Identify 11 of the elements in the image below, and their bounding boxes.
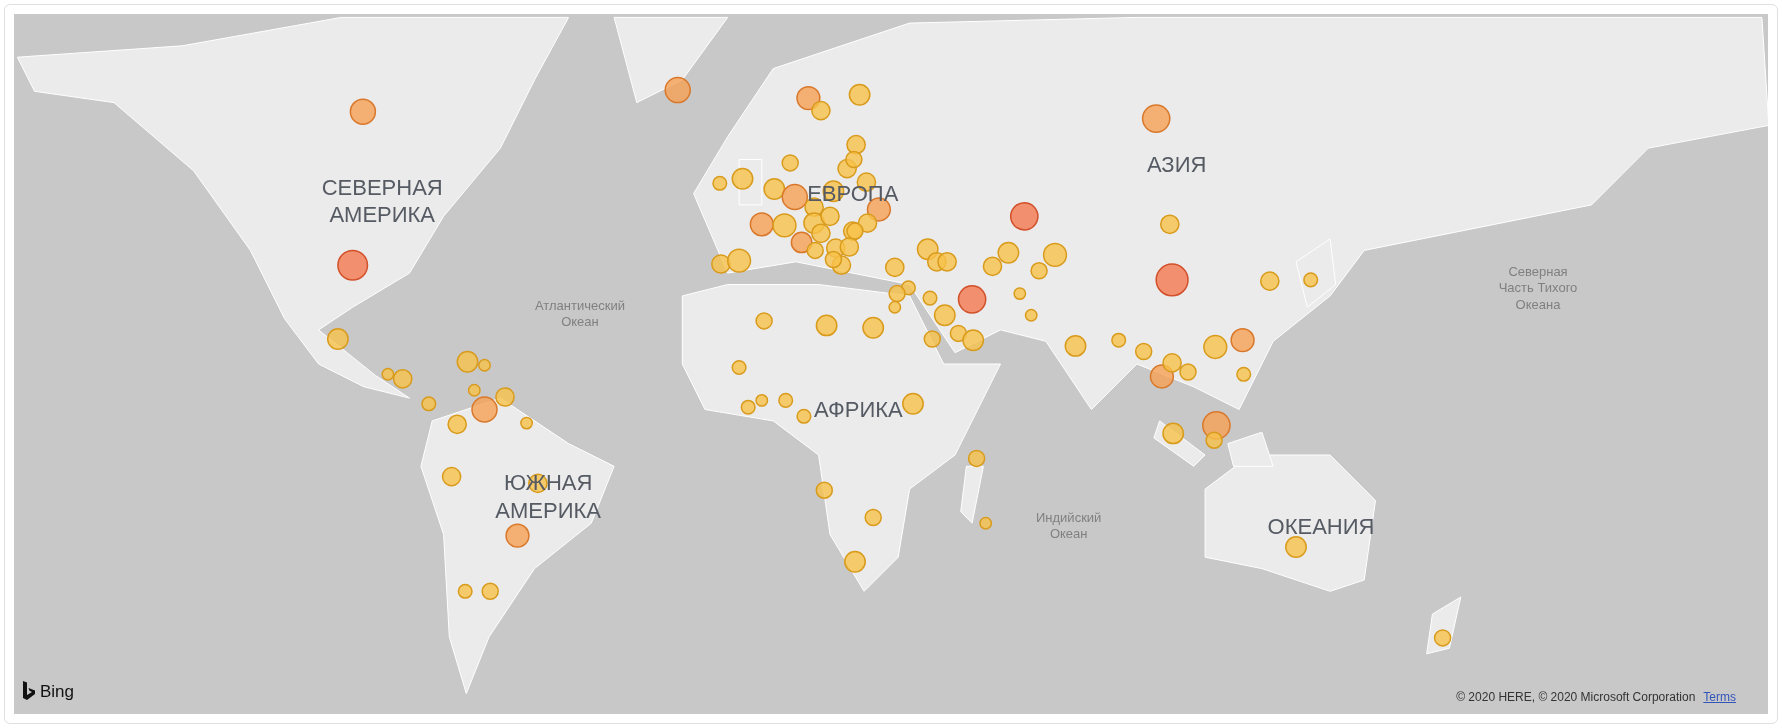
ocean-label: Атлантический Океан [533, 298, 626, 331]
ocean-label: Индийский Океан [1035, 509, 1103, 542]
terms-link[interactable]: Terms [1703, 688, 1736, 706]
continent-label: СЕВЕРНАЯ АМЕРИКА [320, 173, 444, 229]
continent-label: АФРИКА [814, 395, 903, 423]
ocean-label: Северная Часть Тихого Океана [1498, 264, 1579, 313]
continent-label: ОКЕАНИЯ [1267, 512, 1375, 541]
bing-logo-icon [22, 681, 36, 702]
copyright-text: © 2020 HERE, © 2020 Microsoft Corporation [1456, 689, 1696, 706]
continent-label: АЗИЯ [1146, 151, 1207, 179]
logo-text: Bing [40, 680, 75, 703]
